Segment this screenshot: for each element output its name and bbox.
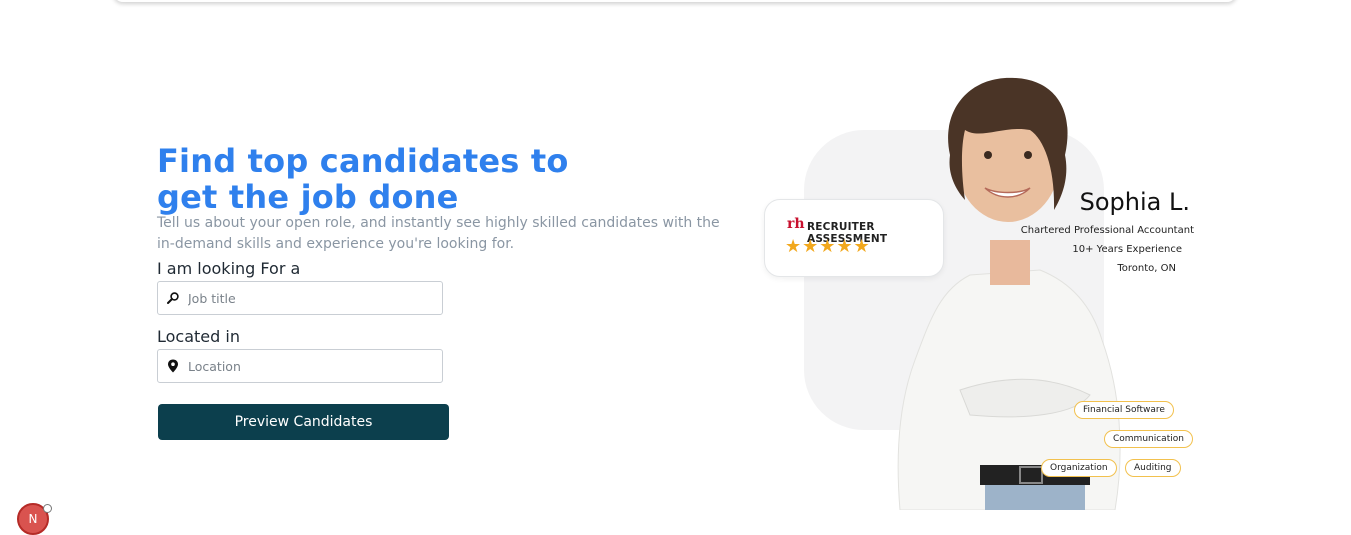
page-subtitle: Tell us about your open role, and instan… — [157, 215, 720, 252]
skill-pill: Communication — [1104, 430, 1193, 448]
skill-pill: Organization — [1041, 459, 1117, 477]
candidate-hero-image: rh RECRUITER ASSESSMENT ★★★★★ Sophia L. … — [760, 70, 1200, 510]
location-input[interactable] — [188, 358, 442, 374]
skill-pill: Auditing — [1125, 459, 1181, 477]
candidate-name: Sophia L. — [1079, 188, 1190, 216]
candidate-experience: 10+ Years Experience — [1072, 244, 1182, 255]
notification-dot — [43, 504, 52, 513]
job-title-label: I am looking For a — [157, 259, 301, 278]
top-navigation-bar — [113, 0, 1237, 2]
rh-logo: rh — [787, 216, 805, 232]
location-field[interactable] — [157, 349, 443, 383]
location-label: Located in — [157, 327, 240, 346]
skill-pill: Financial Software — [1074, 401, 1174, 419]
preview-candidates-button[interactable]: Preview Candidates — [158, 404, 449, 440]
job-title-input[interactable] — [188, 290, 442, 306]
job-title-field[interactable] — [157, 281, 443, 315]
page-headline: Find top candidates to get the job done — [157, 142, 569, 216]
map-pin-icon — [158, 359, 188, 373]
candidate-location: Toronto, ON — [1117, 263, 1176, 274]
candidate-photo — [897, 77, 1121, 510]
search-icon — [158, 291, 188, 305]
candidate-title: Chartered Professional Accountant — [1020, 225, 1194, 236]
recruiter-assessment-card: rh RECRUITER ASSESSMENT ★★★★★ — [764, 199, 944, 277]
star-rating: ★★★★★ — [785, 236, 871, 257]
